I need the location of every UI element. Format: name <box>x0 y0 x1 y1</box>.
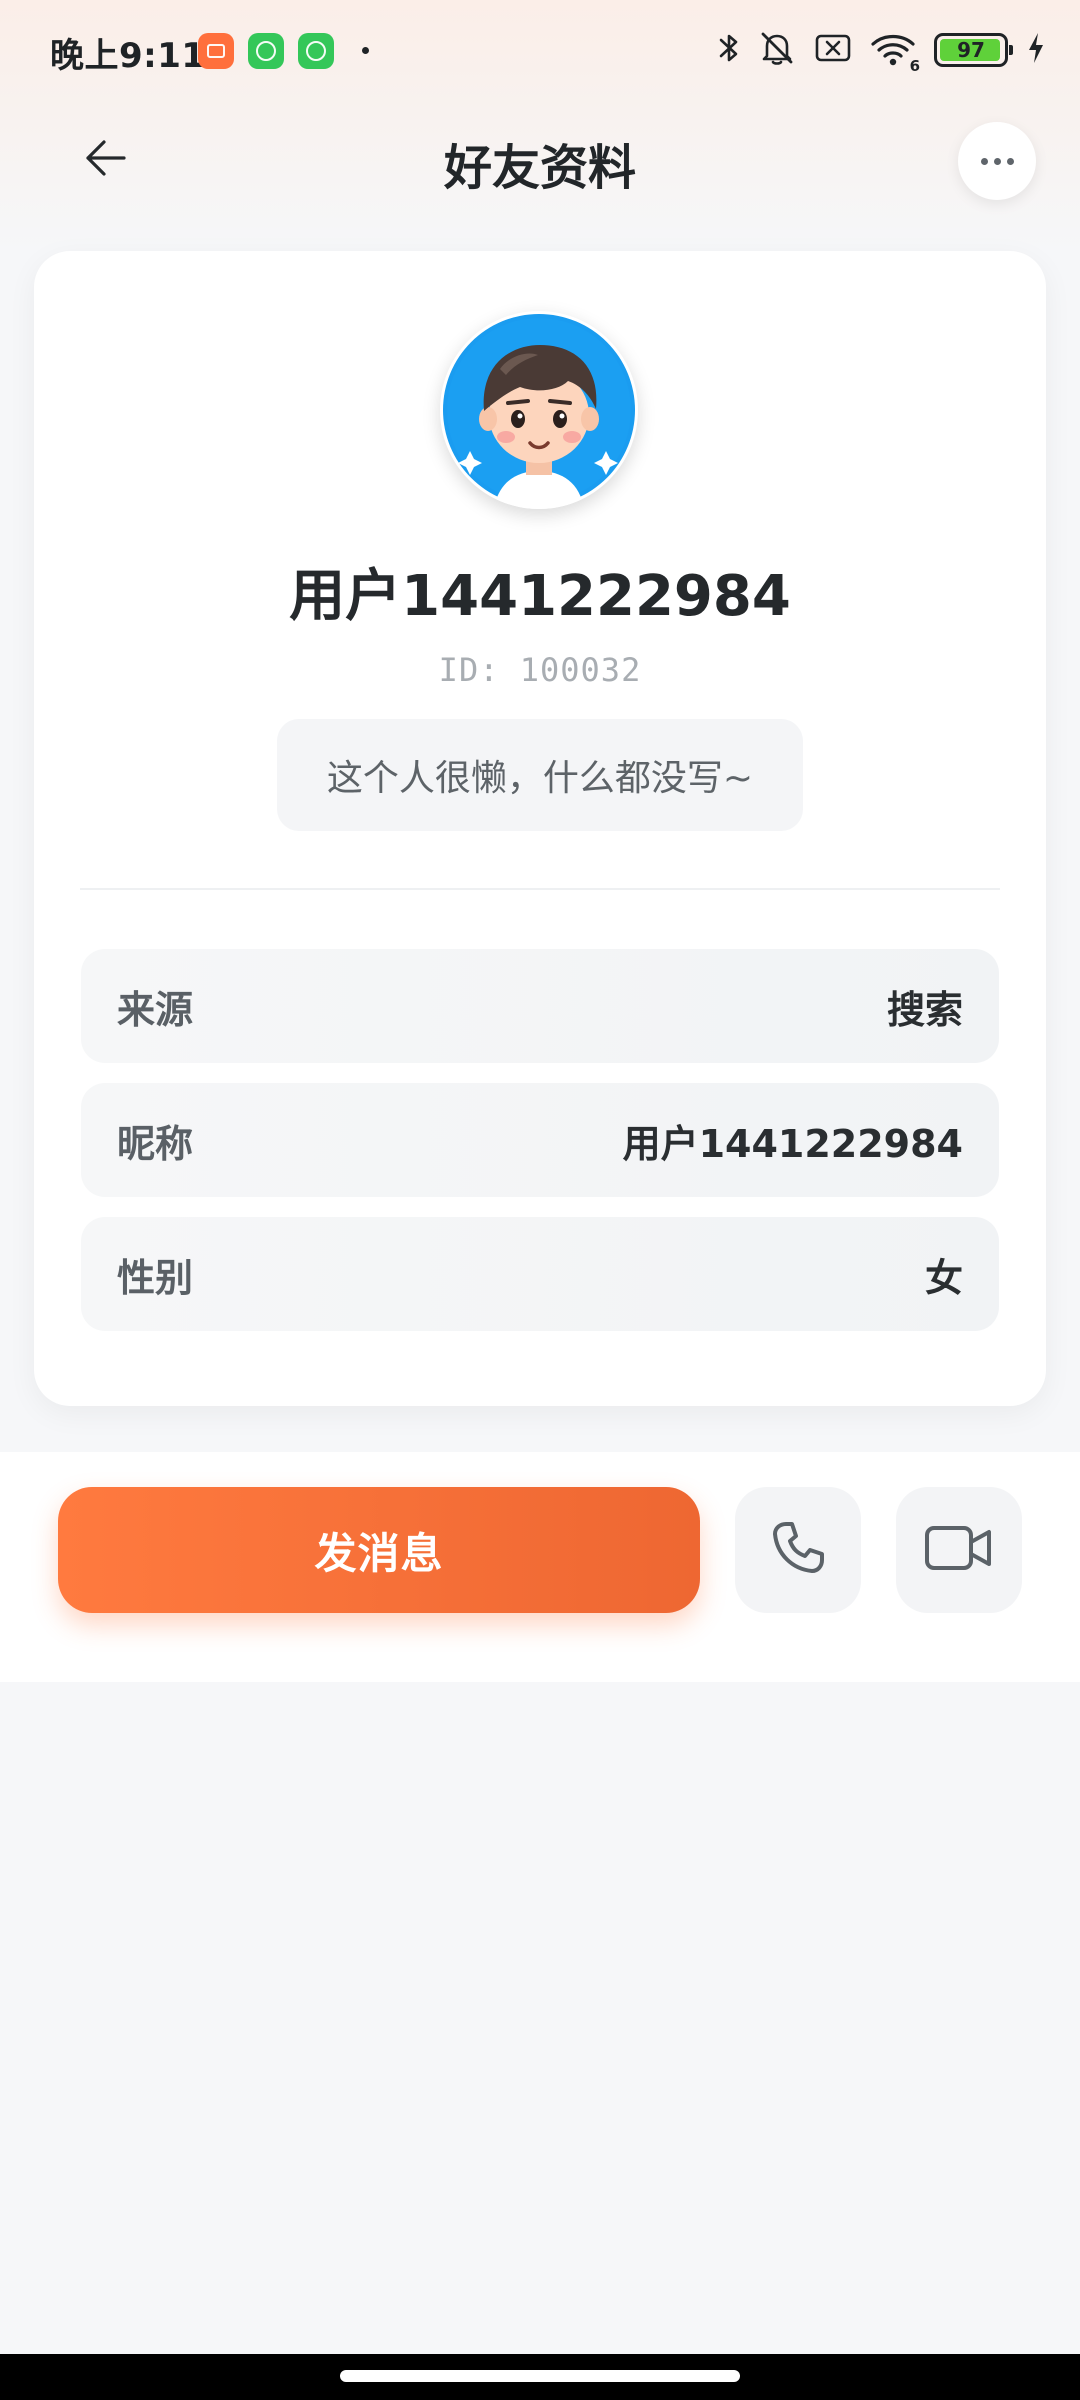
green-app-icon <box>298 33 334 69</box>
info-label: 昵称 <box>117 1121 194 1166</box>
wifi-icon: 6 <box>870 31 920 75</box>
orange-app-icon <box>198 33 234 69</box>
sim-off-icon <box>814 32 852 68</box>
system-navigation-bar <box>0 2354 1080 2400</box>
green-app-icon <box>248 33 284 69</box>
charging-bolt-icon <box>1026 31 1046 69</box>
send-message-button[interactable]: 发消息 <box>58 1487 700 1613</box>
header: 好友资料 <box>0 100 1080 220</box>
phone-icon <box>766 1516 830 1584</box>
username: 用户1441222984 <box>289 564 791 629</box>
info-row-nickname: 昵称 用户1441222984 <box>81 1083 999 1197</box>
status-icons: 6 97 <box>718 26 1046 75</box>
status-time: 晚上9:11 <box>50 36 206 76</box>
mute-bell-icon <box>758 29 796 71</box>
cartoon-avatar <box>443 314 635 509</box>
home-indicator[interactable] <box>340 2370 740 2382</box>
more-button[interactable] <box>958 122 1036 200</box>
more-dots-icon <box>980 157 988 165</box>
status-bar: 晚上9:11 6 97 <box>0 0 1080 100</box>
notification-dot <box>362 47 369 54</box>
wifi-badge: 6 <box>909 57 920 75</box>
battery-icon: 97 <box>934 33 1013 67</box>
user-id: ID: 100032 <box>438 651 642 689</box>
info-row-gender: 性别 女 <box>81 1217 999 1331</box>
action-bar: 发消息 <box>0 1452 1080 1682</box>
profile-card: 用户1441222984 ID: 100032 这个人很懒，什么都没写~ 来源 … <box>34 251 1046 1406</box>
info-value: 女 <box>924 1255 963 1300</box>
video-camera-icon <box>923 1520 995 1580</box>
page-title: 好友资料 <box>443 140 636 196</box>
bluetooth-icon <box>718 30 740 70</box>
video-call-button[interactable] <box>896 1487 1022 1613</box>
info-label: 性别 <box>117 1255 194 1300</box>
avatar[interactable] <box>440 311 638 509</box>
info-row-source: 来源 搜索 <box>81 949 999 1063</box>
bio: 这个人很懒，什么都没写~ <box>277 719 803 831</box>
divider <box>80 888 1000 890</box>
battery-level: 97 <box>957 38 985 62</box>
info-value: 搜索 <box>886 987 963 1032</box>
info-value: 用户1441222984 <box>622 1121 963 1166</box>
info-label: 来源 <box>117 987 194 1032</box>
call-button[interactable] <box>735 1487 861 1613</box>
